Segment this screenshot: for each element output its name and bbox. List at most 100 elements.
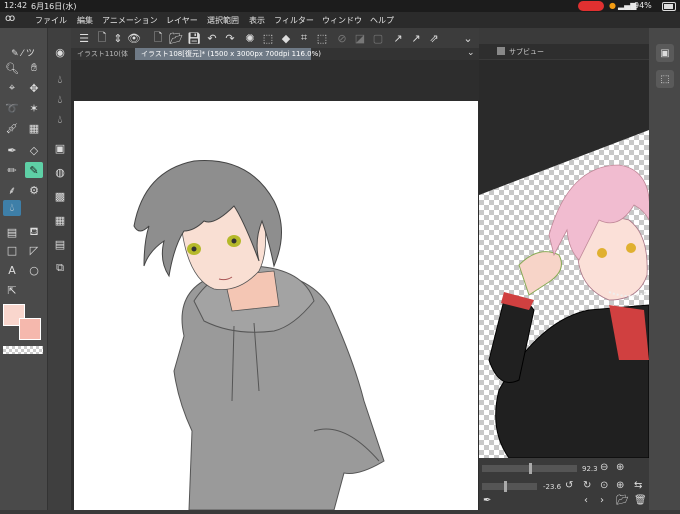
- status-bar: 12:42 6月16日(水) ● ▂▄▆ 94%: [0, 0, 680, 12]
- menu-file[interactable]: ファイル: [35, 15, 67, 26]
- menu-selection[interactable]: 選択範囲: [207, 15, 239, 26]
- blend-subtool-2-icon[interactable]: 💧︎: [50, 92, 70, 108]
- transparent-color-swatch[interactable]: [3, 346, 43, 354]
- move-tool-icon[interactable]: ✥: [25, 80, 43, 96]
- pencil-tool-icon[interactable]: ✏︎: [3, 162, 21, 178]
- subview-panel[interactable]: [479, 60, 649, 458]
- menu-window[interactable]: ウィンドウ: [322, 15, 362, 26]
- lasso-tool-icon[interactable]: ➰: [3, 100, 21, 116]
- tool-palette-header-icon[interactable]: ✎ ⁄ ツ: [3, 44, 43, 60]
- blend-subtool-3-icon[interactable]: 💧︎: [50, 112, 70, 128]
- delete-image-icon[interactable]: 🗑︎: [634, 495, 647, 506]
- menu-view[interactable]: 表示: [249, 15, 265, 26]
- subview-panel-icon[interactable]: [497, 47, 505, 55]
- fill-command-icon[interactable]: ◆: [277, 30, 295, 46]
- menu-edit[interactable]: 編集: [77, 15, 93, 26]
- selection-border-icon[interactable]: ▢: [369, 30, 387, 46]
- subview-toggle-icon[interactable]: ⬚: [656, 70, 674, 88]
- app-logo-icon[interactable]: ꝏ: [5, 13, 15, 24]
- magic-wand-tool-icon[interactable]: ✶: [25, 100, 43, 116]
- transform-icon[interactable]: ⬚: [259, 30, 277, 46]
- zoom-tool-icon[interactable]: 🔍︎: [3, 60, 21, 76]
- chevron-down-icon[interactable]: ⌄: [459, 30, 477, 46]
- material-panel-icon[interactable]: ▦: [50, 212, 70, 228]
- save-icon[interactable]: 💾︎: [185, 30, 203, 46]
- command-bar: ☰ 🗋︎ ⇕ 👁︎ 🗋︎ 📂︎ 💾︎ ↶ ↷ ✺ ⬚ ◆ ⌗ ⬚ ⊘ ◪ ▢ ↗…: [71, 28, 479, 48]
- ruler-snap-3-icon[interactable]: ⇗: [425, 30, 443, 46]
- status-date: 6月16日(水): [31, 2, 77, 11]
- ruler-snap-2-icon[interactable]: ↗: [407, 30, 425, 46]
- brush-tool-icon[interactable]: ✎: [25, 162, 43, 178]
- subview-controls: 92.3 ⊖ ⊕ -23.6 ↺ ↻ ⊙ ⊕ ⇆ ✒︎ ‹ › 📂︎ 🗑︎: [479, 458, 649, 510]
- rotate-left-icon[interactable]: ↺: [565, 480, 573, 491]
- character-illustration: [133, 160, 385, 511]
- battery-icon: [662, 2, 676, 11]
- import-image-icon[interactable]: 📂︎: [616, 495, 629, 506]
- menu-layer[interactable]: レイヤー: [166, 15, 198, 26]
- menu-bar: ꝏ ファイル 編集 アニメーション レイヤー 選択範囲 表示 フィルター ウィン…: [0, 12, 680, 28]
- clear-icon[interactable]: ✺: [241, 30, 259, 46]
- eraser-tool-icon[interactable]: ◇: [25, 142, 43, 158]
- hand-tool-icon[interactable]: ✋︎: [25, 60, 43, 76]
- operation-tool-icon[interactable]: ⌖: [3, 80, 21, 96]
- decoration-tool-icon[interactable]: ⚙︎: [25, 182, 43, 198]
- deselect-icon[interactable]: ⊘: [333, 30, 351, 46]
- status-time: 12:42: [4, 1, 28, 10]
- blend-subtool-1-icon[interactable]: 💧︎: [50, 72, 70, 88]
- subview-eyedropper-icon[interactable]: ✒︎: [483, 495, 491, 506]
- next-image-icon[interactable]: ›: [600, 495, 604, 506]
- tab-illust108[interactable]: イラスト108[復元]* (1500 x 3000px 700dpi 116.0…: [135, 48, 321, 60]
- tabs-chevron-icon[interactable]: ⌄: [467, 48, 475, 58]
- subview-title: サブビュー: [509, 48, 544, 56]
- flip-icon[interactable]: ⇆: [634, 480, 642, 491]
- rotate-right-icon[interactable]: ↻: [583, 480, 591, 491]
- gradient-tool-icon[interactable]: ▤: [3, 224, 21, 240]
- brush-size-panel-icon[interactable]: ◍: [50, 164, 70, 180]
- camera-dot-icon: ●: [609, 1, 616, 10]
- redo-icon[interactable]: ↷: [221, 30, 239, 46]
- zoom-slider[interactable]: [482, 463, 577, 474]
- navigator-icon[interactable]: ◉: [50, 44, 70, 60]
- figure-tool-icon[interactable]: □: [3, 242, 21, 258]
- layer-property-icon[interactable]: ▤: [50, 236, 70, 252]
- undo-icon[interactable]: ↶: [203, 30, 221, 46]
- property-panel-icon[interactable]: ▣: [50, 140, 70, 156]
- panel-toggle-icon[interactable]: ▣: [656, 44, 674, 62]
- blend-tool-icon[interactable]: 💧︎: [3, 200, 21, 216]
- pen-tool-icon[interactable]: ✒︎: [3, 142, 21, 158]
- ruler-snap-1-icon[interactable]: ↗: [389, 30, 407, 46]
- menu-help[interactable]: ヘルプ: [370, 15, 394, 26]
- correct-line-tool-icon[interactable]: ⇱: [3, 282, 21, 298]
- sub-color-swatch[interactable]: [19, 318, 41, 340]
- previous-image-icon[interactable]: ‹: [584, 495, 588, 506]
- airbrush-tool-icon[interactable]: ⸙: [3, 182, 21, 198]
- eyedropper-tool-icon[interactable]: 💉︎: [3, 120, 21, 136]
- ruler-tool-icon[interactable]: ◸: [25, 242, 43, 258]
- zoom-in-icon[interactable]: ⊕: [616, 462, 624, 473]
- frame-tool-icon[interactable]: ▦: [25, 120, 43, 136]
- balloon-tool-icon[interactable]: ○: [25, 262, 43, 278]
- invert-selection-icon[interactable]: ◪: [351, 30, 369, 46]
- new-canvas-icon[interactable]: 🗋︎: [149, 30, 167, 46]
- tab-illust110-label: イラスト110(体: [77, 50, 128, 58]
- menu-animation[interactable]: アニメーション: [102, 15, 158, 26]
- text-tool-icon[interactable]: A: [3, 262, 21, 278]
- select-all-icon[interactable]: ⬚: [313, 30, 331, 46]
- rotate-slider-handle[interactable]: [504, 481, 507, 492]
- color-panel-icon[interactable]: ▩: [50, 188, 70, 204]
- zoom-out-icon[interactable]: ⊖: [600, 462, 608, 473]
- reset-rotate-icon[interactable]: ⊙: [600, 480, 608, 491]
- open-icon[interactable]: 📂︎: [167, 30, 185, 46]
- fill-tool-icon[interactable]: ⛾: [25, 224, 43, 240]
- tab-illust110[interactable]: イラスト110(体: [71, 48, 139, 60]
- fit-icon[interactable]: ⊕: [616, 480, 624, 491]
- layer-panel-icon[interactable]: ⧉: [50, 260, 70, 276]
- canvas-paper[interactable]: [74, 101, 478, 511]
- menu-filter[interactable]: フィルター: [274, 15, 314, 26]
- view-icon[interactable]: 👁︎: [125, 30, 143, 46]
- menu-list-icon[interactable]: ☰: [75, 30, 93, 46]
- zoom-slider-handle[interactable]: [529, 463, 532, 474]
- rotate-slider[interactable]: [482, 481, 537, 492]
- crop-icon[interactable]: ⌗: [295, 30, 313, 46]
- mic-indicator-icon: [578, 1, 604, 11]
